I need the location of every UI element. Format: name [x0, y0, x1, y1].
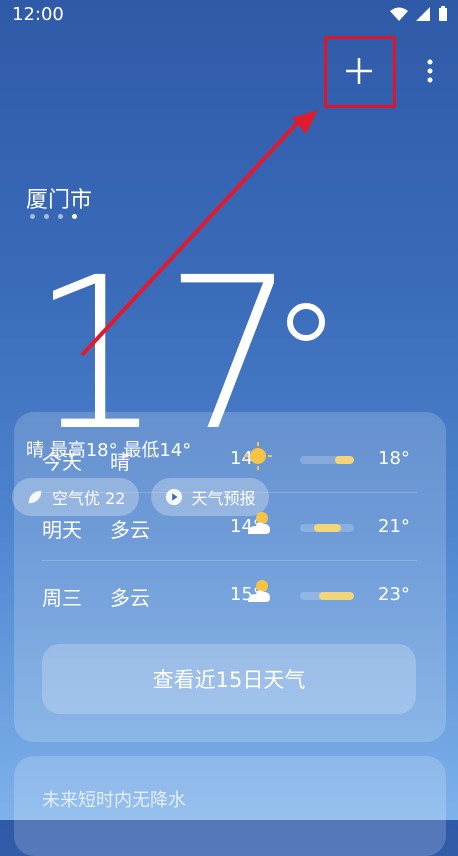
status-time: 12:00	[12, 4, 64, 25]
wifi-icon	[390, 7, 408, 21]
forecast-row[interactable]: 周三 多云 15° 23°	[14, 562, 446, 626]
degree-icon	[287, 303, 325, 341]
forecast-high: 23°	[378, 584, 410, 605]
forecast-day: 明天	[42, 518, 82, 542]
temp-range-bar	[300, 592, 354, 600]
view-15-day-button[interactable]: 查看近15日天气	[42, 644, 416, 714]
temp-range-bar	[300, 524, 354, 532]
page-dot	[44, 214, 49, 219]
page-dot	[58, 214, 63, 219]
forecast-condition: 多云	[110, 518, 150, 542]
city-name[interactable]: 厦门市	[26, 182, 92, 214]
play-circle-icon	[166, 488, 183, 506]
precip-text: 未来短时内无降水	[42, 790, 186, 811]
precip-card[interactable]: 未来短时内无降水	[14, 756, 446, 856]
temp-range-fill	[335, 456, 354, 464]
page-dot	[30, 214, 35, 219]
top-actions	[324, 36, 442, 108]
info-chips: 空气优 22 天气预报	[12, 478, 270, 516]
aqi-label: 空气优 22	[52, 489, 126, 508]
page-dots	[30, 214, 77, 219]
forecast-day: 周三	[42, 586, 82, 610]
forecast-chip[interactable]: 天气预报	[151, 478, 270, 516]
more-vertical-icon	[427, 59, 433, 83]
forecast-condition: 多云	[110, 586, 150, 610]
status-bar: 12:00	[0, 0, 458, 28]
temp-range-fill	[313, 524, 341, 532]
row-divider	[42, 560, 417, 561]
temp-range-fill	[318, 592, 354, 600]
forecast-high: 21°	[378, 516, 410, 537]
battery-icon	[439, 6, 447, 21]
leaf-icon	[28, 490, 42, 504]
temp-range-bar	[300, 456, 354, 464]
aqi-chip[interactable]: 空气优 22	[12, 478, 140, 516]
highlight-box	[324, 36, 396, 108]
status-icons	[390, 6, 448, 22]
weather-summary: 晴 最高18° 最低14°	[26, 440, 192, 461]
forecast-label: 天气预报	[191, 489, 256, 508]
more-options-button[interactable]	[418, 59, 442, 83]
sunny-icon	[244, 442, 272, 470]
partly-cloudy-icon	[248, 580, 270, 602]
page-dot	[72, 214, 77, 219]
add-city-button[interactable]	[324, 36, 396, 108]
forecast-high: 18°	[378, 448, 410, 469]
signal-icon	[416, 7, 430, 21]
